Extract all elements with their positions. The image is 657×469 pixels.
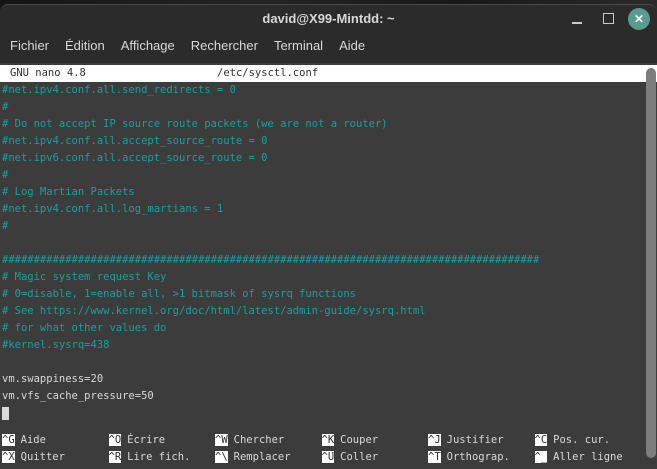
editor-line: #net.ipv4.conf.all.accept_source_route =… — [2, 133, 657, 150]
nano-shortcut-bar: ^G Aide ^O Écrire ^W Chercher ^K Couper ^J Justif… — [2, 432, 641, 466]
shortcut-quitter: ^X Quitter — [2, 449, 109, 466]
editor-line: # for what other values do — [2, 320, 657, 337]
editor-line — [2, 354, 657, 371]
editor-line: # — [2, 218, 657, 235]
shortcut-ecrire: ^O Écrire — [109, 432, 216, 449]
menu-item-aide[interactable]: Aide — [331, 34, 373, 57]
terminal-window: david@X99-Mintdd: ~ ✕ FichierÉditionAffi… — [0, 4, 657, 469]
shortcut-aller-ligne: ^_ Aller ligne — [535, 449, 642, 466]
shortcut-label: Orthograp. — [447, 451, 510, 463]
scrollbar-thumb[interactable] — [646, 68, 656, 458]
shortcut-row: ^X Quitter ^R Lire fich. ^\ Remplacer ^U Coller… — [2, 449, 641, 466]
shortcut-pos-cur: ^C Pos. cur. — [535, 432, 642, 449]
maximize-button[interactable] — [597, 8, 619, 30]
editor-line: # Magic system request Key — [2, 269, 657, 286]
editor-line: # Do not accept IP source route packets … — [2, 116, 657, 133]
terminal-area[interactable]: GNU nano 4.8 /etc/sysctl.conf #net.ipv4.… — [0, 63, 657, 469]
window-title: david@X99-Mintdd: ~ — [0, 5, 657, 32]
shortcut-key: ^X — [2, 451, 15, 463]
shortcut-orthograp: ^T Orthograp. — [428, 449, 535, 466]
nano-version: GNU nano 4.8 — [10, 65, 86, 82]
shortcut-key: ^C — [535, 434, 548, 446]
window-controls: ✕ — [566, 5, 650, 32]
shortcut-couper: ^K Couper — [322, 432, 429, 449]
shortcut-label: Écrire — [127, 434, 165, 446]
shortcut-remplacer: ^\ Remplacer — [215, 449, 322, 466]
shortcut-label: Coller — [340, 451, 378, 463]
shortcut-label: Remplacer — [234, 451, 291, 463]
shortcut-label: Justifier — [447, 434, 504, 446]
editor-line: vm.vfs_cache_pressure=50 — [2, 388, 657, 405]
editor-line: #kernel.sysrq=438 — [2, 337, 657, 354]
menu-item-affichage[interactable]: Affichage — [113, 34, 183, 57]
editor-line: # See https://www.kernel.org/doc/html/la… — [2, 303, 657, 320]
shortcut-chercher: ^W Chercher — [215, 432, 322, 449]
shortcut-key: ^_ — [535, 451, 548, 463]
menu-item-rechercher[interactable]: Rechercher — [183, 34, 266, 57]
nano-title-bar: GNU nano 4.8 /etc/sysctl.conf — [0, 65, 657, 82]
shortcut-label: Aide — [21, 434, 46, 446]
editor-line: # 0=disable, 1=enable all, >1 bitmask of… — [2, 286, 657, 303]
editor-line: #net.ipv6.conf.all.accept_source_route =… — [2, 150, 657, 167]
menu-item-edition[interactable]: Édition — [57, 34, 113, 57]
shortcut-key: ^W — [215, 434, 228, 446]
shortcut-label: Chercher — [234, 434, 285, 446]
text-cursor — [2, 409, 9, 420]
editor-line: # Log Martian Packets — [2, 184, 657, 201]
shortcut-aide: ^G Aide — [2, 432, 109, 449]
shortcut-key: ^G — [2, 434, 15, 446]
title-bar[interactable]: david@X99-Mintdd: ~ ✕ — [0, 5, 657, 32]
shortcut-label: Aller ligne — [553, 451, 623, 463]
close-icon: ✕ — [634, 12, 644, 26]
menu-item-fichier[interactable]: Fichier — [2, 34, 57, 57]
shortcut-row: ^G Aide ^O Écrire ^W Chercher ^K Couper ^J Justif… — [2, 432, 641, 449]
maximize-icon — [603, 13, 614, 24]
shortcut-key: ^O — [109, 434, 122, 446]
menu-item-terminal[interactable]: Terminal — [266, 34, 331, 57]
editor-line: # — [2, 99, 657, 116]
close-button[interactable]: ✕ — [628, 8, 650, 30]
editor-line: #net.ipv4.conf.all.send_redirects = 0 — [2, 82, 657, 99]
editor-line — [2, 235, 657, 252]
shortcut-label: Couper — [340, 434, 378, 446]
shortcut-key: ^R — [109, 451, 122, 463]
editor-line: #net.ipv4.conf.all.log_martians = 1 — [2, 201, 657, 218]
shortcut-key: ^T — [428, 451, 441, 463]
editor-content: #net.ipv4.conf.all.send_redirects = 0## … — [0, 82, 657, 426]
shortcut-key: ^J — [428, 434, 441, 446]
shortcut-justifier: ^J Justifier — [428, 432, 535, 449]
menu-bar: FichierÉditionAffichageRechercherTermina… — [0, 32, 657, 59]
editor-cursor-line — [2, 407, 9, 420]
shortcut-key: ^U — [322, 451, 335, 463]
shortcut-label: Lire fich. — [127, 451, 190, 463]
nano-filename: /etc/sysctl.conf — [217, 65, 318, 82]
shortcut-lire-fich: ^R Lire fich. — [109, 449, 216, 466]
editor-line: ########################################… — [2, 252, 657, 269]
shortcut-label: Pos. cur. — [553, 434, 610, 446]
minimize-icon — [572, 22, 582, 24]
shortcut-key: ^K — [322, 434, 335, 446]
shortcut-key: ^\ — [215, 451, 228, 463]
shortcut-coller: ^U Coller — [322, 449, 429, 466]
minimize-button[interactable] — [566, 8, 588, 30]
editor-line: # — [2, 167, 657, 184]
shortcut-label: Quitter — [21, 451, 65, 463]
editor-line: vm.swappiness=20 — [2, 371, 657, 388]
